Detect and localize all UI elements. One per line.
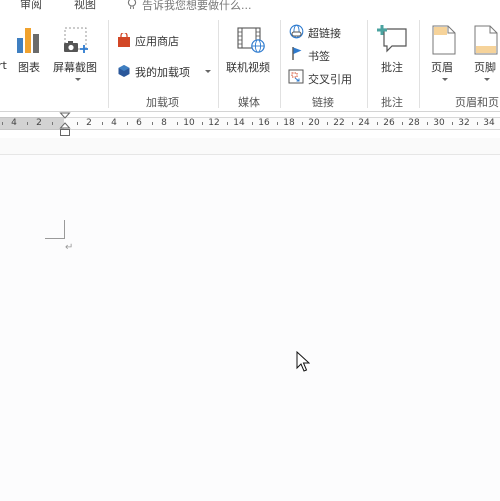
lightbulb-icon (127, 0, 137, 9)
footer-dropdown-caret[interactable] (484, 78, 490, 81)
ruler-tick-label: 2 (86, 118, 92, 128)
cross-reference-icon (288, 69, 304, 84)
chart-label: 图表 (18, 61, 40, 74)
ruler-tick-label: 18 (283, 118, 295, 128)
addins-icon (118, 65, 130, 77)
ruler-tick-label: 24 (358, 118, 370, 128)
ruler-tick-label: 26 (383, 118, 395, 128)
ruler-tick (51, 122, 53, 125)
ruler-tick-label: 4 (111, 118, 117, 128)
ruler-tick-label: 14 (233, 118, 245, 128)
ruler-tick (1, 122, 3, 125)
ruler-tick (276, 122, 278, 125)
ruler-track (0, 117, 500, 130)
ruler-tick (226, 122, 228, 125)
ruler-tick (401, 122, 403, 125)
ruler-tick (301, 122, 303, 125)
chart-icon (17, 28, 39, 53)
tab-view[interactable]: 视图 (74, 0, 96, 12)
bookmark-label: 书签 (308, 50, 330, 63)
comments-group-label: 批注 (381, 96, 403, 109)
ribbon-separator (367, 20, 368, 108)
header-dropdown-caret[interactable] (442, 78, 448, 81)
document-area[interactable]: ↵ (0, 138, 500, 501)
online-video-label: 联机视频 (226, 61, 270, 74)
ruler-tick-label: 12 (208, 118, 220, 128)
document-page[interactable] (0, 155, 500, 501)
ruler-left-margin (0, 117, 64, 130)
footer-label: 页脚 (474, 61, 496, 74)
tab-review[interactable]: 审阅 (20, 0, 42, 12)
comment-label: 批注 (381, 61, 403, 74)
hyperlink-icon (289, 24, 304, 39)
ruler-tick (126, 122, 128, 125)
addins-group-label: 加载项 (146, 96, 179, 109)
footer-icon (474, 25, 498, 55)
text-boundary-corner (64, 220, 65, 239)
store-icon (118, 33, 130, 47)
header-icon (432, 25, 456, 55)
ruler-tick-label: 8 (161, 118, 167, 128)
ruler-tick (101, 122, 103, 125)
screenshot-label: 屏幕截图 (53, 61, 97, 74)
header-footer-group-label: 页眉和页 (455, 96, 499, 109)
ribbon-tab-strip: 审阅 视图 告诉我您想要做什么... (0, 0, 500, 16)
ribbon-separator (280, 20, 281, 108)
ruler-tick (326, 122, 328, 125)
media-group-label: 媒体 (238, 96, 260, 109)
my-addins-label: 我的加载项 (135, 66, 190, 79)
office-store-label: 应用商店 (135, 35, 179, 48)
bookmark-icon (292, 47, 302, 60)
header-label: 页眉 (431, 61, 453, 74)
cross-reference-label: 交叉引用 (308, 73, 352, 86)
my-addins-dropdown-caret[interactable] (205, 70, 211, 73)
ruler-tick-label: 4 (11, 118, 17, 128)
ruler-tick (201, 122, 203, 125)
screenshot-icon (64, 27, 88, 53)
ruler-tick (176, 122, 178, 125)
word-window: 审阅 视图 告诉我您想要做什么... rt 图表 屏幕截图 应用商店 我的加载项… (0, 0, 500, 501)
ruler-tick-label: 34 (483, 118, 495, 128)
paragraph-mark: ↵ (65, 242, 74, 253)
ribbon-separator (218, 20, 219, 108)
ruler-tick (376, 122, 378, 125)
mouse-cursor-icon (296, 351, 310, 372)
ruler-tick (251, 122, 253, 125)
text-boundary-corner (45, 238, 65, 239)
ruler-tick-label: 6 (136, 118, 142, 128)
ruler-tick (476, 122, 478, 125)
video-icon (237, 27, 265, 53)
ruler-tick (26, 122, 28, 125)
ruler-tick (426, 122, 428, 125)
ruler-tick (351, 122, 353, 125)
ruler-tick-label: 2 (36, 118, 42, 128)
ruler-tick (151, 122, 153, 125)
indent-marker-icon[interactable] (59, 112, 71, 138)
ribbon-separator (108, 20, 109, 108)
ruler-tick-label: 16 (258, 118, 270, 128)
ruler-tick-label: 10 (183, 118, 195, 128)
links-group-label: 链接 (312, 96, 334, 109)
ruler-tick-label: 30 (433, 118, 445, 128)
comment-icon (377, 25, 407, 53)
ruler-tick-label: 28 (408, 118, 420, 128)
ruler-tick (76, 122, 78, 125)
partial-ribbon-item[interactable]: rt (0, 59, 7, 72)
insert-ribbon: rt 图表 屏幕截图 应用商店 我的加载项 加载项 联机视频 媒体 超链接 书签… (0, 16, 500, 112)
screenshot-dropdown-caret[interactable] (75, 78, 81, 81)
hyperlink-label: 超链接 (308, 27, 341, 40)
ruler-tick (451, 122, 453, 125)
ruler-tick-label: 32 (458, 118, 470, 128)
horizontal-ruler[interactable]: 4 2 2 4 6 8 10 12 14 16 18 20 22 24 26 28 30 32 34 (0, 112, 500, 138)
tell-me-search-input[interactable]: 告诉我您想要做什么... (142, 0, 252, 13)
ribbon-separator (419, 20, 420, 108)
ruler-tick-label: 20 (308, 118, 320, 128)
ruler-tick-label: 22 (333, 118, 345, 128)
